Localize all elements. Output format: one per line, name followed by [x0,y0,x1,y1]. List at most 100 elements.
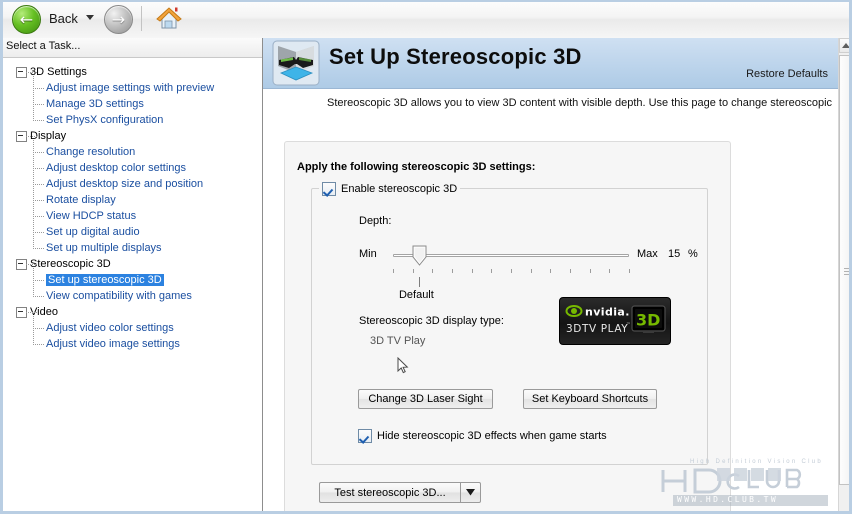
main-content-pane: Set Up Stereoscopic 3D Restore Defaults … [263,38,838,514]
forward-button[interactable]: → [104,5,133,34]
sidebar-item-adjust-video-color-settings[interactable]: Adjust video color settings [0,320,262,336]
tree-connector [33,184,45,185]
nvidia-eye-icon [565,305,583,317]
sidebar-item-adjust-video-image-settings[interactable]: Adjust video image settings [0,336,262,352]
sidebar-item-set-physx-configuration[interactable]: Set PhysX configuration [0,112,262,128]
tree-connector [33,232,45,233]
slider-tick [590,269,591,273]
checkbox-box-icon [322,181,336,196]
tree-connector [33,104,45,105]
svg-text:3DTV PLAY: 3DTV PLAY [566,323,628,335]
chevron-down-icon [466,489,475,496]
sidebar-item-label: Adjust video color settings [46,322,174,334]
home-icon [156,7,182,29]
tree-connector [33,216,45,217]
svg-text:nvidia.: nvidia. [585,306,630,319]
test-stereoscopic-3d-dropdown-button[interactable] [460,482,481,503]
slider-tick [491,269,492,273]
depth-slider-ticks [393,269,630,274]
sidebar-item-set-up-stereoscopic-3d[interactable]: Set up stereoscopic 3D [0,272,262,288]
sidebar-item-display[interactable]: Display [0,128,262,144]
slider-tick [609,269,610,273]
sidebar-item-rotate-display[interactable]: Rotate display [0,192,262,208]
tree-connector [33,140,34,248]
tree-connector [33,296,45,297]
window-edge-top [0,0,852,2]
depth-slider-thumb[interactable] [412,245,427,266]
sidebar-item-3d-settings[interactable]: 3D Settings [0,64,262,80]
sidebar-item-label: Rotate display [46,194,116,206]
enable-stereoscopic-group: Enable stereoscopic 3D Depth: Min Max 15… [311,181,708,465]
sidebar-item-label: Adjust video image settings [46,338,180,350]
task-sidebar: Select a Task... 3D Settings Adjust image… [0,38,263,514]
sidebar-item-label: Set PhysX configuration [46,114,164,126]
back-button[interactable]: ← [12,5,41,34]
sidebar-item-label: Set up stereoscopic 3D [46,274,164,286]
svg-text:3D: 3D [636,311,660,330]
slider-tick [413,269,414,273]
tree-connector [33,268,34,296]
sidebar-item-adjust-desktop-color-settings[interactable]: Adjust desktop color settings [0,160,262,176]
back-button-label[interactable]: Back [49,11,78,26]
task-tree: 3D Settings Adjust image settings with pr… [0,58,262,352]
sidebar-item-view-hdcp-status[interactable]: View HDCP status [0,208,262,224]
tree-connector [26,136,38,137]
display-type-label: Stereoscopic 3D display type: [359,315,504,327]
sidebar-item-adjust-image-settings-with-preview[interactable]: Adjust image settings with preview [0,80,262,96]
set-keyboard-shortcuts-button[interactable]: Set Keyboard Shortcuts [523,389,657,409]
sidebar-item-set-up-multiple-displays[interactable]: Set up multiple displays [0,240,262,256]
enable-stereoscopic-3d-checkbox[interactable]: Enable stereoscopic 3D [319,181,461,196]
depth-max-label: Max [637,248,658,260]
sidebar-item-label: Manage 3D settings [46,98,144,110]
sidebar-item-label: Adjust desktop color settings [46,162,187,174]
depth-slider-row: Min Max 15 % [312,244,707,266]
sidebar-item-view-compatibility-with-games[interactable]: View compatibility with games [0,288,262,304]
window-edge-left [0,0,3,514]
test-stereoscopic-3d-button[interactable]: Test stereoscopic 3D... [319,482,460,503]
sidebar-item-manage-3d-settings[interactable]: Manage 3D settings [0,96,262,112]
tree-connector [33,120,45,121]
back-history-dropdown-icon[interactable] [86,15,94,20]
hide-effects-checkbox[interactable]: Hide stereoscopic 3D effects when game s… [358,429,607,443]
mouse-pointer-icon [397,357,409,374]
tree-connector [33,316,34,344]
sidebar-item-label: Set up digital audio [46,226,140,238]
depth-slider-track[interactable] [393,254,629,257]
sidebar-item-stereoscopic-3d[interactable]: Stereoscopic 3D [0,256,262,272]
slider-tick [452,269,453,273]
tree-connector [33,200,45,201]
tree-connector [33,152,45,153]
depth-value: 15 [668,248,681,260]
sidebar-item-change-resolution[interactable]: Change resolution [0,144,262,160]
sidebar-item-label: View compatibility with games [46,290,192,302]
settings-panel: Apply the following stereoscopic 3D sett… [284,141,731,514]
stereoscopic-3d-glasses-icon [272,40,320,86]
slider-tick [393,269,394,273]
sidebar-item-set-up-digital-audio[interactable]: Set up digital audio [0,224,262,240]
sidebar-item-label: Change resolution [46,146,136,158]
display-type-value: 3D TV Play [370,335,426,347]
enable-stereoscopic-3d-label: Enable stereoscopic 3D [341,182,458,195]
sidebar-item-video[interactable]: Video [0,304,262,320]
change-3d-laser-sight-button[interactable]: Change 3D Laser Sight [358,389,493,409]
checkbox-box-icon [358,429,372,443]
sidebar-category-label: 3D Settings [30,66,87,78]
sidebar-header: Select a Task... [0,38,262,58]
slider-tick [570,269,571,273]
tree-connector [26,264,38,265]
page-description: Stereoscopic 3D allows you to view 3D co… [327,97,833,109]
navigation-toolbar: ← Back → [0,0,852,39]
depth-unit: % [688,248,698,260]
svg-text:™: ™ [626,322,631,328]
depth-default-marker [418,277,420,287]
back-arrow-icon: ← [19,9,34,29]
tree-connector [33,76,34,120]
slider-tick [550,269,551,273]
sidebar-item-adjust-desktop-size-and-position[interactable]: Adjust desktop size and position [0,176,262,192]
tree-connector [26,72,38,73]
slider-tick [472,269,473,273]
slider-tick [629,269,630,273]
restore-defaults-link[interactable]: Restore Defaults [746,68,828,80]
home-button[interactable] [155,6,183,32]
toolbar-separator [141,6,142,31]
